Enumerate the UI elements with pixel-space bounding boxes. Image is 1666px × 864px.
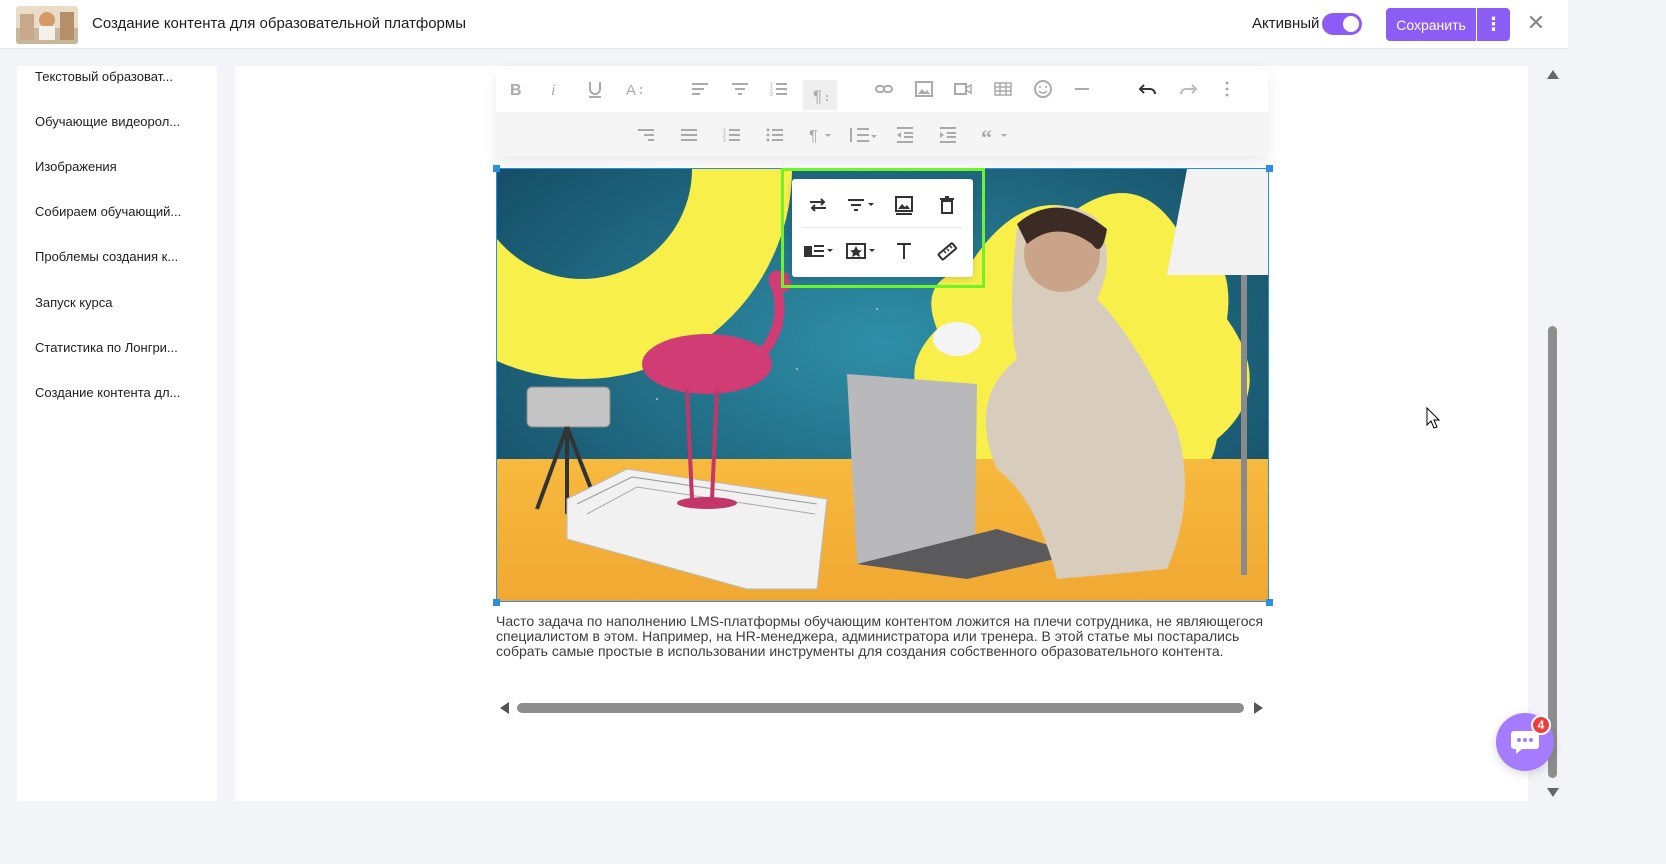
sidebar-item[interactable]: Проблемы создания к... (35, 249, 178, 264)
toggle-knob (1343, 16, 1359, 32)
svg-text:i: i (551, 82, 555, 99)
svg-text:3: 3 (723, 138, 726, 144)
ordered-list-icon[interactable]: 123 (767, 77, 791, 101)
italic-icon[interactable]: i (543, 77, 567, 101)
resize-handle[interactable] (1266, 165, 1273, 172)
outdent-icon[interactable] (893, 123, 917, 147)
close-icon[interactable]: ✕ (1525, 12, 1547, 34)
horizontal-scrollbar-thumb[interactable] (517, 703, 1244, 713)
mouse-cursor-icon (1426, 407, 1440, 429)
image-icon[interactable] (912, 77, 936, 101)
ordered-list-icon[interactable]: 123 (720, 123, 744, 147)
vertical-scrollbar-thumb[interactable] (1548, 326, 1557, 778)
sidebar: Текстовый образоват... Обучающие видеоро… (17, 66, 217, 801)
active-toggle[interactable] (1322, 13, 1362, 35)
quote-icon[interactable]: “ (978, 123, 1010, 147)
svg-text:¶: ¶ (813, 87, 822, 105)
svg-text:3: 3 (770, 92, 773, 98)
popup-divider (802, 227, 963, 228)
paragraph-format-icon[interactable]: ¶ (803, 80, 837, 110)
remove-image-icon[interactable] (930, 190, 964, 220)
sidebar-item[interactable]: Обучающие видеорол... (35, 114, 180, 129)
align-justify-icon[interactable] (677, 123, 701, 147)
article-paragraph[interactable]: Часто задача по наполнению LMS-платформы… (496, 614, 1271, 659)
underline-icon[interactable] (583, 77, 607, 101)
vertical-dots-icon[interactable]: ⋮ (1477, 8, 1510, 41)
more-icon[interactable] (1215, 77, 1239, 101)
align-image-icon[interactable] (844, 190, 878, 220)
align-center-icon[interactable] (728, 77, 752, 101)
indent-icon[interactable] (936, 123, 960, 147)
scroll-right-arrow[interactable] (1254, 702, 1263, 714)
sidebar-item[interactable]: Статистика по Лонгри... (35, 340, 178, 355)
video-icon[interactable] (951, 77, 975, 101)
top-header: Создание контента для образовательной пл… (0, 0, 1568, 49)
emoji-icon[interactable] (1031, 77, 1055, 101)
resize-handle[interactable] (493, 599, 500, 606)
redo-icon[interactable] (1176, 77, 1200, 101)
sidebar-item[interactable]: Текстовый образоват... (35, 69, 173, 84)
resize-handle[interactable] (1266, 599, 1273, 606)
resize-handle[interactable] (493, 165, 500, 172)
chat-notification-badge: 4 (1531, 715, 1551, 735)
sidebar-item[interactable]: Собираем обучающий... (35, 204, 181, 219)
display-icon[interactable] (801, 236, 835, 266)
alt-text-icon[interactable] (887, 236, 921, 266)
page-title: Создание контента для образовательной пл… (92, 15, 466, 32)
resize-ruler-icon[interactable] (930, 236, 964, 266)
save-button[interactable]: Сохранить (1386, 8, 1476, 41)
undo-icon[interactable] (1136, 77, 1160, 101)
active-label: Активный (1252, 15, 1320, 32)
scroll-up-arrow[interactable] (1547, 70, 1559, 79)
sidebar-item[interactable]: Запуск курса (35, 295, 112, 310)
insert-image-icon[interactable] (887, 190, 921, 220)
sidebar-item[interactable]: Создание контента дл... (35, 385, 180, 400)
paragraph-style-icon[interactable]: ¶ (806, 123, 836, 147)
svg-text:B: B (510, 82, 522, 99)
table-icon[interactable] (991, 77, 1015, 101)
replace-image-icon[interactable] (801, 190, 835, 220)
font-size-icon[interactable]: A (623, 77, 647, 101)
course-thumbnail (16, 6, 78, 44)
align-right-icon[interactable] (634, 123, 658, 147)
svg-text:“: “ (981, 125, 992, 145)
horizontal-line-icon[interactable] (1070, 77, 1094, 101)
svg-text:¶: ¶ (809, 128, 818, 145)
svg-text:A: A (626, 82, 636, 99)
image-popup-toolbar (792, 179, 973, 277)
scroll-down-arrow[interactable] (1547, 788, 1559, 797)
align-left-icon[interactable] (688, 77, 712, 101)
line-height-icon[interactable] (846, 123, 878, 147)
unordered-list-icon[interactable] (763, 123, 787, 147)
scroll-left-arrow[interactable] (500, 702, 509, 714)
style-icon[interactable] (844, 236, 878, 266)
bold-icon[interactable]: B (504, 77, 528, 101)
link-icon[interactable] (872, 77, 896, 101)
sidebar-item[interactable]: Изображения (35, 159, 117, 174)
